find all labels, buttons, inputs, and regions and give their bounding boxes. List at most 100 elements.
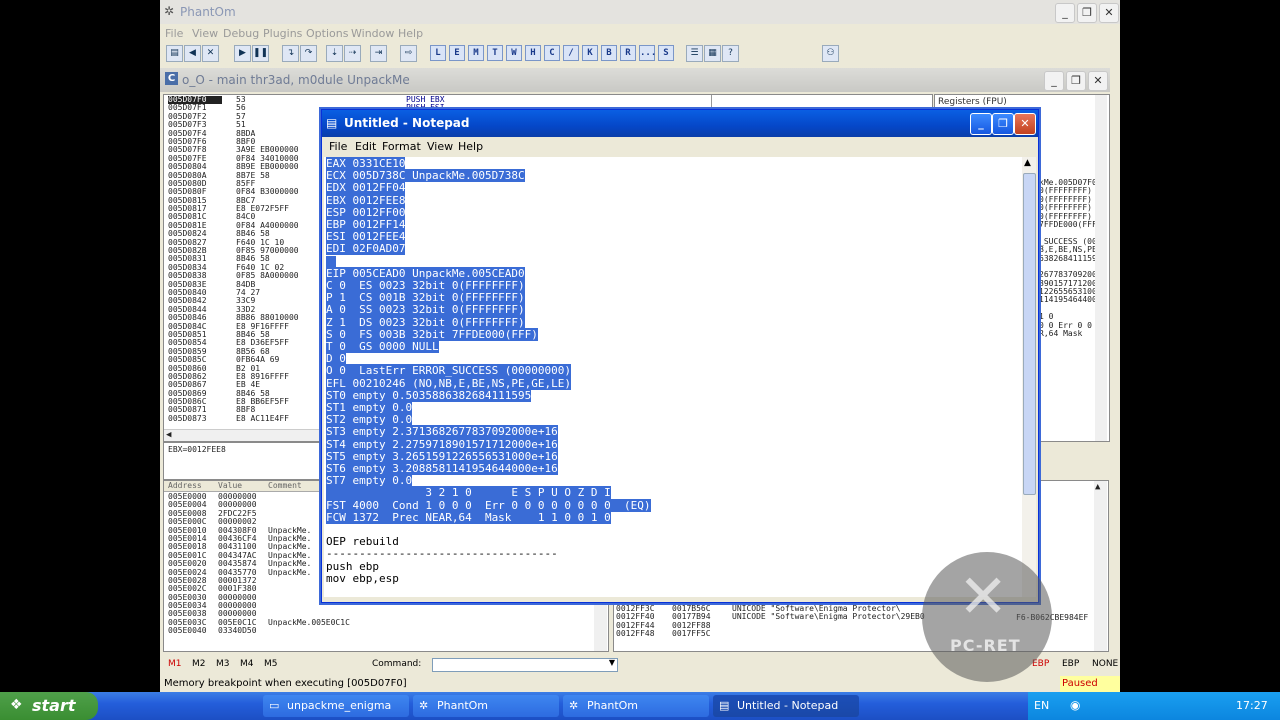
run-icon[interactable]: ▶: [234, 45, 251, 62]
notepad-line-selected: EDI 02F0AD07: [326, 242, 406, 256]
open-icon[interactable]: ▤: [166, 45, 183, 62]
child-maximize-icon[interactable]: ❐: [1066, 71, 1086, 91]
maximize-icon[interactable]: ❐: [1077, 3, 1097, 23]
network-icon[interactable]: ⚇: [822, 45, 839, 62]
toolbar-cpu-button[interactable]: C: [544, 45, 560, 61]
goto-icon[interactable]: ⇨: [400, 45, 417, 62]
notepad-maximize-icon[interactable]: ❐: [992, 113, 1014, 135]
trace-into-icon[interactable]: ⇣: [326, 45, 343, 62]
system-tray: EN ◉ 17:27: [1028, 692, 1280, 720]
command-input[interactable]: ▼: [432, 658, 618, 672]
scroll-up-icon[interactable]: ▲: [1095, 482, 1100, 492]
notepad-line-selected: EAX 0331CE10: [326, 157, 406, 170]
menu-plugins[interactable]: Plugins: [263, 27, 302, 40]
notepad-line-selected: 3 2 1 0 E S P U O Z D I: [326, 486, 611, 500]
grid-icon[interactable]: ▦: [704, 45, 721, 62]
reg-button-none[interactable]: NONE: [1092, 659, 1118, 669]
selected-text: ST7 empty 0.0: [326, 474, 413, 488]
toolbar-callstack-button[interactable]: K: [582, 45, 598, 61]
np-menu-help[interactable]: Help: [458, 140, 483, 153]
reg-button-ebp[interactable]: EBP: [1062, 659, 1079, 669]
close-icon[interactable]: ✕: [1099, 3, 1119, 23]
mem-tab-m3[interactable]: M3: [216, 659, 230, 669]
stack-vscroll[interactable]: ▲: [1094, 481, 1107, 651]
dropdown-arrow-icon[interactable]: ▼: [609, 658, 615, 667]
tray-icon[interactable]: ◉: [1070, 698, 1080, 712]
toolbar-runtrace-button[interactable]: ...: [639, 45, 656, 61]
close-process-icon[interactable]: ✕: [202, 45, 219, 62]
scroll-thumb[interactable]: [1023, 173, 1036, 495]
selected-text: EAX 0331CE10: [326, 157, 406, 170]
np-menu-format[interactable]: Format: [382, 140, 421, 153]
toolbar-handles-button[interactable]: H: [525, 45, 541, 61]
help-icon[interactable]: ?: [722, 45, 739, 62]
mem-tab-m4[interactable]: M4: [240, 659, 254, 669]
execute-till-return-icon[interactable]: ⇥: [370, 45, 387, 62]
menu-help[interactable]: Help: [398, 27, 423, 40]
toolbar-threads-button[interactable]: T: [487, 45, 503, 61]
notepad-line-selected: EBX 0012FEE8: [326, 193, 406, 207]
task-button-notepad-active[interactable]: ▤ Untitled - Notepad: [713, 695, 859, 717]
disasm-hex: 53: [236, 95, 246, 104]
rewind-icon[interactable]: ◀: [184, 45, 201, 62]
toolbar-references-button[interactable]: R: [620, 45, 636, 61]
selected-text: EDI 02F0AD07: [326, 242, 406, 256]
notepad-line: OEP rebuild: [326, 535, 399, 549]
notepad-line-selected: EBP 0012FF14: [326, 218, 406, 231]
notepad-line-selected: ST7 empty 0.0: [326, 474, 413, 488]
child-title-bar[interactable]: C o_O - main thr3ad, m0dule UnpackMe _ ❐…: [160, 68, 1110, 92]
notepad-line-selected: [326, 255, 336, 268]
toolbar-breakpoints-button[interactable]: B: [601, 45, 617, 61]
dump-col-address[interactable]: Address: [168, 481, 202, 490]
stack-value: 0017FF5C: [672, 629, 711, 639]
disasm-address-column: 005D07F0 005D07F1 005D07F2 005D07F3 005D07F4…: [168, 95, 222, 423]
menu-file[interactable]: File: [165, 27, 183, 40]
notepad-minimize-icon[interactable]: _: [970, 113, 992, 135]
notepad-title-bar[interactable]: ▤ Untitled - Notepad _ ❐ ✕: [322, 110, 1038, 137]
notepad-line-selected: EDX 0012FF04: [326, 181, 406, 195]
toolbar-executables-button[interactable]: E: [449, 45, 465, 61]
main-title-bar[interactable]: ✲ PhantOm _ ❐ ✕: [160, 0, 1120, 24]
menu-debug[interactable]: Debug: [223, 27, 259, 40]
minimize-icon[interactable]: _: [1055, 3, 1075, 23]
toolbar-windows-button[interactable]: W: [506, 45, 522, 61]
step-into-icon[interactable]: ↴: [282, 45, 299, 62]
list-icon[interactable]: ☰: [686, 45, 703, 62]
selected-text: C 0 ES 0023 32bit 0(FFFFFFFF): [326, 279, 525, 292]
registers-vscroll[interactable]: [1095, 95, 1107, 441]
menu-window[interactable]: Window: [351, 27, 394, 40]
toolbar-source-button[interactable]: S: [658, 45, 674, 61]
toolbar-patches-button[interactable]: /: [563, 45, 579, 61]
menu-options[interactable]: Options: [306, 27, 348, 40]
step-over-icon[interactable]: ↷: [300, 45, 317, 62]
mem-tab-m5[interactable]: M5: [264, 659, 278, 669]
menu-view[interactable]: View: [192, 27, 218, 40]
task-button-unpackme-enigma[interactable]: ▭ unpackme_enigma: [263, 695, 409, 717]
notepad-close-icon[interactable]: ✕: [1014, 113, 1036, 135]
np-menu-file[interactable]: File: [329, 140, 347, 153]
mem-tab-m1[interactable]: M1: [168, 659, 182, 669]
scroll-left-icon[interactable]: ◀: [166, 430, 171, 440]
task-button-phantom-1[interactable]: ✲ PhantOm: [413, 695, 559, 717]
selected-text: EFL 00210246 (NO,NB,E,BE,NS,PE,GE,LE): [326, 376, 572, 390]
notepad-line-selected: ST6 empty 3.2088581141954644000e+16: [326, 462, 558, 475]
task-button-phantom-2[interactable]: ✲ PhantOm: [563, 695, 709, 717]
dump-col-value[interactable]: Value: [218, 481, 242, 490]
dump-col-comment[interactable]: Comment: [268, 481, 302, 490]
child-close-icon[interactable]: ✕: [1088, 71, 1108, 91]
mem-tab-m2[interactable]: M2: [192, 659, 206, 669]
notepad-line-selected: ST4 empty 2.2759718901571712000e+16: [326, 437, 558, 451]
np-menu-edit[interactable]: Edit: [355, 140, 376, 153]
notepad-line-selected: FCW 1372 Prec NEAR,64 Mask 1 1 0 0 1 0: [326, 510, 611, 524]
toolbar-memory-button[interactable]: M: [468, 45, 484, 61]
trace-over-icon[interactable]: ⇢: [344, 45, 361, 62]
notepad-text-area[interactable]: EAX 0331CE10 ECX 005D738C UnpackMe.005D73…: [324, 157, 1022, 597]
np-menu-view[interactable]: View: [427, 140, 453, 153]
child-minimize-icon[interactable]: _: [1044, 71, 1064, 91]
toolbar-log-button[interactable]: L: [430, 45, 446, 61]
language-indicator[interactable]: EN: [1034, 699, 1049, 712]
main-window-title: PhantOm: [180, 5, 236, 19]
scroll-up-icon[interactable]: ▲: [1024, 158, 1031, 168]
notepad-vscroll[interactable]: ▲: [1022, 157, 1036, 597]
pause-icon[interactable]: ❚❚: [252, 45, 269, 62]
